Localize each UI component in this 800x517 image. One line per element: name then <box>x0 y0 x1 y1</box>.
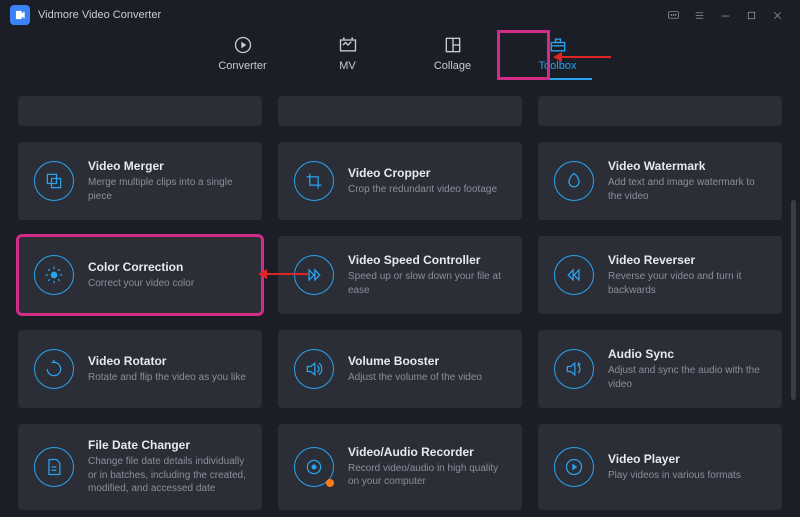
volume-icon <box>294 349 334 389</box>
maximize-button[interactable] <box>738 2 764 28</box>
toolbox-content: Video Merger Merge multiple clips into a… <box>0 88 800 517</box>
main-nav: Converter MV Collage Toolbox <box>0 30 800 88</box>
tool-desc: Change file date details individually or… <box>88 455 246 496</box>
tab-toolbox[interactable]: Toolbox <box>528 30 588 78</box>
app-logo <box>10 5 30 25</box>
tools-row: Video Rotator Rotate and flip the video … <box>18 330 782 408</box>
tool-title: Audio Sync <box>608 347 766 361</box>
tools-row: Video Merger Merge multiple clips into a… <box>18 142 782 220</box>
tool-video-player[interactable]: Video Player Play videos in various form… <box>538 424 782 510</box>
tab-mv[interactable]: MV <box>318 30 378 78</box>
app-title: Vidmore Video Converter <box>38 9 161 21</box>
tool-desc: Correct your video color <box>88 277 246 291</box>
tool-card-partial[interactable] <box>538 96 782 126</box>
file-date-icon <box>34 447 74 487</box>
tool-title: Video Merger <box>88 159 246 173</box>
player-icon <box>554 447 594 487</box>
speed-icon <box>294 255 334 295</box>
tool-desc: Play videos in various formats <box>608 469 766 483</box>
converter-icon <box>232 34 254 56</box>
tool-desc: Adjust the volume of the video <box>348 371 506 385</box>
tab-label: Toolbox <box>539 60 577 72</box>
tool-title: Volume Booster <box>348 354 506 368</box>
merger-icon <box>34 161 74 201</box>
tool-video-rotator[interactable]: Video Rotator Rotate and flip the video … <box>18 330 262 408</box>
tool-title: Video Cropper <box>348 166 506 180</box>
tab-label: Converter <box>218 60 266 72</box>
tool-title: Video Speed Controller <box>348 253 506 267</box>
tools-row: File Date Changer Change file date detai… <box>18 424 782 510</box>
tool-audio-sync[interactable]: Audio Sync Adjust and sync the audio wit… <box>538 330 782 408</box>
tool-desc: Rotate and flip the video as you like <box>88 371 246 385</box>
tool-title: Video Player <box>608 452 766 466</box>
rotator-icon <box>34 349 74 389</box>
menu-button[interactable] <box>686 2 712 28</box>
tool-desc: Reverse your video and turn it backwards <box>608 270 766 297</box>
content-scrollbar[interactable] <box>791 200 796 400</box>
close-button[interactable] <box>764 2 790 28</box>
tool-video-speed-controller[interactable]: Video Speed Controller Speed up or slow … <box>278 236 522 314</box>
tool-desc: Merge multiple clips into a single piece <box>88 176 246 203</box>
audio-sync-icon <box>554 349 594 389</box>
tool-title: Video/Audio Recorder <box>348 445 506 459</box>
tab-label: MV <box>339 60 356 72</box>
tool-video-cropper[interactable]: Video Cropper Crop the redundant video f… <box>278 142 522 220</box>
cropper-icon <box>294 161 334 201</box>
tab-collage[interactable]: Collage <box>423 30 483 78</box>
tool-color-correction[interactable]: Color Correction Correct your video colo… <box>18 236 262 314</box>
reverser-icon <box>554 255 594 295</box>
tools-row: Color Correction Correct your video colo… <box>18 236 782 314</box>
tool-video-merger[interactable]: Video Merger Merge multiple clips into a… <box>18 142 262 220</box>
tool-card-partial[interactable] <box>278 96 522 126</box>
tool-desc: Add text and image watermark to the vide… <box>608 176 766 203</box>
tool-title: Video Watermark <box>608 159 766 173</box>
titlebar: Vidmore Video Converter <box>0 0 800 30</box>
minimize-button[interactable] <box>712 2 738 28</box>
collage-icon <box>442 34 464 56</box>
tool-file-date-changer[interactable]: File Date Changer Change file date detai… <box>18 424 262 510</box>
tool-video-reverser[interactable]: Video Reverser Reverse your video and tu… <box>538 236 782 314</box>
tool-volume-booster[interactable]: Volume Booster Adjust the volume of the … <box>278 330 522 408</box>
tool-title: Video Reverser <box>608 253 766 267</box>
feedback-button[interactable] <box>660 2 686 28</box>
color-correction-icon <box>34 255 74 295</box>
tool-title: File Date Changer <box>88 438 246 452</box>
tools-row-partial <box>18 96 782 126</box>
tab-label: Collage <box>434 60 471 72</box>
new-badge-icon <box>326 479 334 487</box>
tool-desc: Adjust and sync the audio with the video <box>608 364 766 391</box>
tool-desc: Crop the redundant video footage <box>348 183 506 197</box>
mv-icon <box>337 34 359 56</box>
tool-video-watermark[interactable]: Video Watermark Add text and image water… <box>538 142 782 220</box>
tool-desc: Speed up or slow down your file at ease <box>348 270 506 297</box>
watermark-icon <box>554 161 594 201</box>
tool-desc: Record video/audio in high quality on yo… <box>348 462 506 489</box>
tool-video-audio-recorder[interactable]: Video/Audio Recorder Record video/audio … <box>278 424 522 510</box>
tool-title: Video Rotator <box>88 354 246 368</box>
tool-title: Color Correction <box>88 260 246 274</box>
tab-converter[interactable]: Converter <box>213 30 273 78</box>
toolbox-icon <box>547 34 569 56</box>
tool-card-partial[interactable] <box>18 96 262 126</box>
recorder-icon <box>294 447 334 487</box>
